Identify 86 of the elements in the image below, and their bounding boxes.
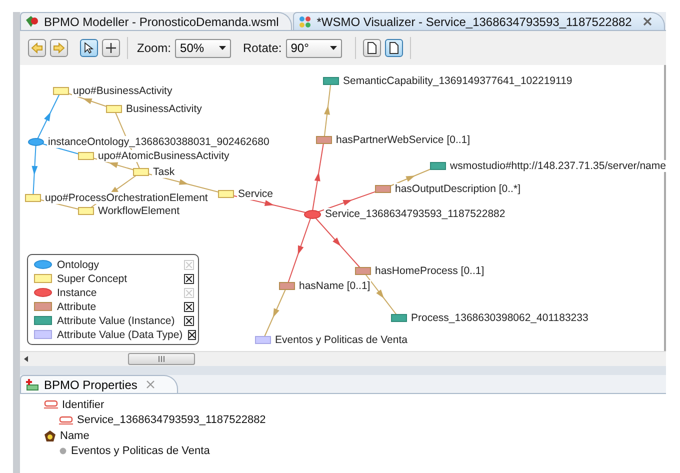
node-label: WorkflowElement	[97, 205, 180, 217]
concept-node	[218, 190, 234, 198]
node-label: Process_1368630398062_401183233	[410, 312, 590, 324]
attribute-node	[316, 136, 332, 144]
page-icon	[366, 42, 377, 54]
right-arrow-icon	[52, 42, 66, 54]
concept-node	[78, 207, 94, 215]
instance-node	[304, 210, 321, 218]
tree-item-label[interactable]: Service_1368634793593_1187522882	[77, 414, 266, 426]
legend-label: Attribute Value (Data Type)	[57, 328, 183, 340]
legend-label: Ontology	[57, 258, 100, 270]
rotate-label: Rotate:	[243, 41, 282, 55]
scrollbar-thumb[interactable]	[128, 353, 195, 365]
bullet-icon	[59, 447, 67, 456]
attribute-node	[375, 185, 391, 193]
node-label: upo#BusinessActivity	[72, 85, 174, 97]
editor-tab[interactable]: *WSMO Visualizer - Service_1368634793593_1187522882	[292, 12, 665, 30]
page-view-button[interactable]	[362, 39, 381, 57]
node-label: BusinessActivity	[125, 103, 203, 115]
dropdown-caret-icon	[219, 46, 226, 50]
concept-node	[106, 105, 122, 113]
close-icon[interactable]	[146, 380, 156, 389]
pentagon-badge-icon	[44, 430, 56, 442]
concept-node	[53, 87, 69, 95]
node-label: Task	[152, 166, 176, 178]
dropdown-caret-icon	[330, 46, 337, 50]
scroll-left-icon[interactable]	[24, 356, 28, 362]
node-label: hasName [0..1]	[298, 280, 372, 292]
attribute-node	[355, 267, 371, 275]
editor-icon	[298, 15, 312, 28]
pointer-tool-button[interactable]	[80, 39, 98, 57]
properties-icon	[25, 378, 39, 390]
close-icon[interactable]	[642, 17, 652, 26]
legend-swatch	[34, 288, 52, 297]
attribute-node	[279, 282, 295, 290]
back-button[interactable]	[28, 39, 46, 57]
legend-label: Super Concept	[57, 272, 128, 284]
legend-checkbox[interactable]	[184, 274, 194, 284]
forward-button[interactable]	[50, 39, 68, 57]
legend-checkbox[interactable]	[184, 316, 194, 326]
node-label: upo#AtomicBusinessActivity	[97, 150, 230, 162]
page-icon	[388, 42, 399, 54]
legend-swatch	[34, 260, 52, 269]
node-label: wsmostudio#http://148.237.71.35/server/name	[449, 160, 667, 172]
concept-node	[78, 152, 94, 160]
legend-checkbox[interactable]	[188, 330, 196, 340]
attribute-icon	[59, 416, 73, 425]
node-label: Service	[237, 188, 274, 200]
legend-label: Attribute	[57, 300, 98, 312]
node-label: hasHomeProcess [0..1]	[374, 265, 486, 277]
legend-label: Instance	[57, 286, 98, 298]
instance-value-node	[323, 77, 339, 85]
left-arrow-icon	[30, 42, 44, 54]
tree-item-label[interactable]: Name	[60, 430, 90, 442]
instance-value-node	[391, 314, 407, 322]
node-label: SemanticCapability_1369149377641_102219119	[342, 75, 574, 87]
add-button[interactable]	[102, 39, 120, 57]
legend-swatch	[34, 302, 52, 311]
cursor-icon	[84, 42, 94, 54]
rotate-dropdown[interactable]: 90°	[286, 38, 342, 58]
concept-node	[25, 194, 41, 202]
page-view-button[interactable]	[384, 39, 403, 57]
editor-icon	[25, 15, 39, 28]
properties-tab[interactable]: BPMO Properties	[20, 375, 178, 393]
node-label: hasPartnerWebService [0..1]	[335, 134, 472, 146]
plus-icon	[106, 43, 116, 53]
instance-value-node	[430, 162, 446, 170]
node-label: instanceOntology_1368630388031_902462680	[47, 136, 270, 148]
editor-tab[interactable]: BPMO Modeller - PronosticoDemanda.wsml	[20, 12, 292, 30]
legend-checkbox[interactable]	[184, 302, 194, 312]
attribute-icon	[44, 400, 58, 410]
zoom-dropdown[interactable]: 50%	[175, 38, 232, 58]
tree-item-label[interactable]: Eventos y Politicas de Venta	[71, 445, 210, 458]
concept-node	[133, 168, 149, 176]
datatype-value-node	[255, 336, 271, 344]
node-label: hasOutputDescription [0..*]	[394, 183, 522, 195]
legend-label: Attribute Value (Instance)	[57, 314, 176, 326]
zoom-label: Zoom:	[137, 41, 172, 55]
legend-swatch	[34, 274, 52, 283]
legend-swatch	[34, 330, 52, 339]
ontology-node	[28, 138, 44, 146]
node-label: upo#ProcessOrchestrationElement	[44, 192, 209, 204]
node-label: Eventos y Politicas de Venta	[274, 334, 408, 346]
tree-item-label[interactable]: Identifier	[62, 398, 104, 411]
node-label: Service_1368634793593_1187522882	[324, 208, 506, 220]
legend-swatch	[34, 316, 52, 325]
